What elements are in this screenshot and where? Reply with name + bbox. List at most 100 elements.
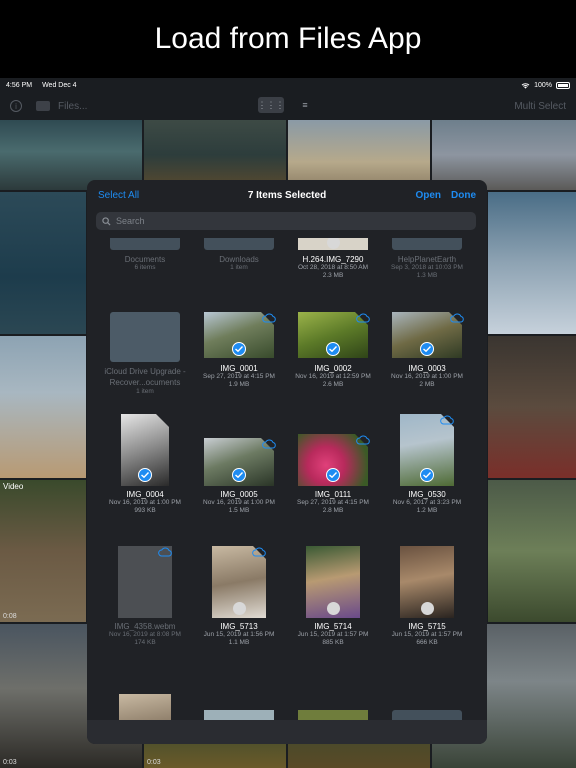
file-date: Nov 6, 2017 at 3:23 PM (392, 499, 462, 506)
selected-checkmark[interactable] (326, 468, 340, 482)
files-button[interactable]: Files... (58, 101, 87, 112)
photo-tile[interactable] (488, 336, 576, 478)
folder-icon (110, 312, 180, 362)
file-item[interactable]: IMG_5713 Jun 15, 2019 at 1:56 PM 1.1 MB (192, 544, 286, 654)
file-item[interactable]: IMG_0001 Sep 27, 2019 at 4:15 PM 1.9 MB (192, 302, 286, 402)
folder-icon[interactable] (392, 710, 462, 720)
file-name: iCloud Drive Upgrade - Recover...ocument… (104, 367, 186, 387)
file-size: 174 KB (134, 639, 156, 646)
selected-checkmark[interactable] (232, 342, 246, 356)
selected-checkmark[interactable] (138, 468, 152, 482)
selected-checkmark[interactable] (232, 468, 246, 482)
file-item[interactable]: IMG_0005 Nov 16, 2019 at 1:00 PM 1.5 MB (192, 412, 286, 522)
file-item[interactable]: IMG_0530 Nov 6, 2017 at 3:23 PM 1.2 MB (380, 412, 474, 522)
file-date: Jun 15, 2019 at 1:56 PM (203, 631, 275, 638)
video-duration: 0:08 (3, 613, 17, 620)
folder-icon (204, 238, 274, 250)
photo-tile[interactable] (0, 192, 86, 334)
multi-select-button[interactable]: Multi Select (514, 101, 566, 112)
file-date: Sep 27, 2019 at 4:15 PM (203, 373, 275, 380)
cloud-icon (262, 439, 276, 449)
search-icon (102, 216, 111, 226)
file-size: 1.3 MB (416, 272, 438, 279)
file-picker-sheet: Select All 7 Items Selected Open Done Se… (87, 180, 487, 744)
corner-fold (156, 414, 169, 427)
open-button[interactable]: Open (415, 190, 441, 201)
file-thumbnail[interactable] (119, 694, 171, 720)
file-name: IMG_0003 (408, 364, 446, 373)
file-size: 1.2 MB (416, 507, 438, 514)
folder-item-downloads[interactable]: Downloads 1 item (192, 238, 286, 286)
status-time: 4:56 PM (6, 81, 33, 89)
selected-checkmark[interactable] (420, 468, 434, 482)
app-toolbar: i Files... ⋮⋮⋮ ≡ Multi Select (0, 92, 576, 120)
file-item[interactable]: IMG_0111 Sep 27, 2019 at 4:15 PM 2.8 MB (286, 412, 380, 522)
photo-tile[interactable] (0, 336, 86, 478)
cloud-icon (440, 415, 454, 425)
file-name: IMG_5715 (408, 622, 446, 631)
file-size: 1.1 MB (228, 639, 250, 646)
file-date: Nov 16, 2019 at 1:00 PM (391, 373, 463, 380)
search-field[interactable]: Search (96, 212, 476, 230)
file-item[interactable]: IMG_0004 Nov 16, 2019 at 1:00 PM 993 KB (98, 412, 192, 522)
cloud-icon (356, 313, 370, 323)
file-thumbnail[interactable] (204, 710, 274, 720)
cloud-icon (158, 547, 172, 557)
file-name: Downloads (219, 255, 259, 264)
folder-item-documents[interactable]: Documents 6 items (98, 238, 192, 286)
file-item[interactable]: HelpPlanetEarth Sep 3, 2018 at 10:03 PM … (380, 238, 474, 286)
file-size: 1.5 MB (228, 507, 250, 514)
promo-caption: Load from Files App (0, 0, 576, 78)
file-date: Sep 3, 2018 at 10:03 PM (391, 264, 463, 271)
picker-header: Select All 7 Items Selected Open Done (87, 180, 487, 212)
grid-view-button[interactable]: ⋮⋮⋮ (258, 97, 285, 113)
battery-percent: 100% (534, 81, 552, 89)
list-view-button[interactable]: ≡ (292, 97, 318, 113)
file-name: IMG_0002 (314, 364, 352, 373)
file-size: 885 KB (322, 639, 344, 646)
file-date: Nov 16, 2019 at 1:00 PM (203, 499, 275, 506)
file-item[interactable]: IMG_5715 Jun 15, 2019 at 1:57 PM 666 KB (380, 544, 474, 654)
selected-checkmark[interactable] (326, 342, 340, 356)
folder-item-icloud-upgrade[interactable]: iCloud Drive Upgrade - Recover...ocument… (98, 302, 192, 402)
photo-tile[interactable] (488, 480, 576, 622)
file-thumbnail[interactable] (298, 710, 368, 720)
file-name: IMG_0004 (126, 490, 164, 499)
file-item[interactable]: IMG_0002 Nov 16, 2019 at 12:59 PM 2.6 MB (286, 302, 380, 402)
cloud-icon (450, 313, 464, 323)
selection-circle[interactable] (233, 602, 246, 615)
file-date: Nov 16, 2019 at 8:08 PM (109, 631, 181, 638)
file-name: IMG_5713 (220, 622, 258, 631)
file-item[interactable]: IMG_4358.webm Nov 16, 2019 at 8:08 PM 17… (98, 544, 192, 654)
file-item[interactable]: IMG_5714 Jun 15, 2019 at 1:57 PM 885 KB (286, 544, 380, 654)
file-size: 2.6 MB (322, 381, 344, 388)
search-placeholder: Search (116, 216, 145, 226)
status-date: Wed Dec 4 (42, 81, 77, 89)
file-size: 993 KB (134, 507, 156, 514)
selected-checkmark[interactable] (420, 342, 434, 356)
file-size: 2.3 MB (322, 272, 344, 279)
info-icon[interactable]: i (10, 100, 22, 112)
file-date: Jun 15, 2019 at 1:57 PM (391, 631, 463, 638)
selection-circle[interactable] (421, 602, 434, 615)
selection-circle[interactable] (327, 602, 340, 615)
status-bar: 4:56 PM Wed Dec 4 100% (0, 78, 576, 92)
file-meta: 6 items (134, 264, 156, 271)
file-item[interactable]: IMG_0003 Nov 16, 2019 at 1:00 PM 2 MB (380, 302, 474, 402)
file-size: 2.8 MB (322, 507, 344, 514)
file-item[interactable]: H.264.IMG_7290 Oct 28, 2018 at 8:50 AM 2… (286, 238, 380, 286)
folder-icon[interactable] (36, 101, 50, 111)
done-button[interactable]: Done (451, 190, 476, 201)
file-date: Jun 15, 2019 at 1:57 PM (297, 631, 369, 638)
file-size: 1.9 MB (228, 381, 250, 388)
ipad-screen: 4:56 PM Wed Dec 4 100% i Files... ⋮⋮⋮ ≡ … (0, 78, 576, 768)
video-duration: 0:03 (147, 759, 161, 766)
file-size: 666 KB (416, 639, 438, 646)
photo-tile[interactable] (488, 192, 576, 334)
cloud-icon (262, 313, 276, 323)
cloud-icon (356, 435, 370, 445)
file-date: Sep 27, 2019 at 4:15 PM (297, 499, 369, 506)
video-tile[interactable]: Video 0:08 (0, 480, 86, 622)
file-date: Oct 28, 2018 at 8:50 AM (297, 264, 369, 271)
file-meta: 1 item (230, 264, 248, 271)
